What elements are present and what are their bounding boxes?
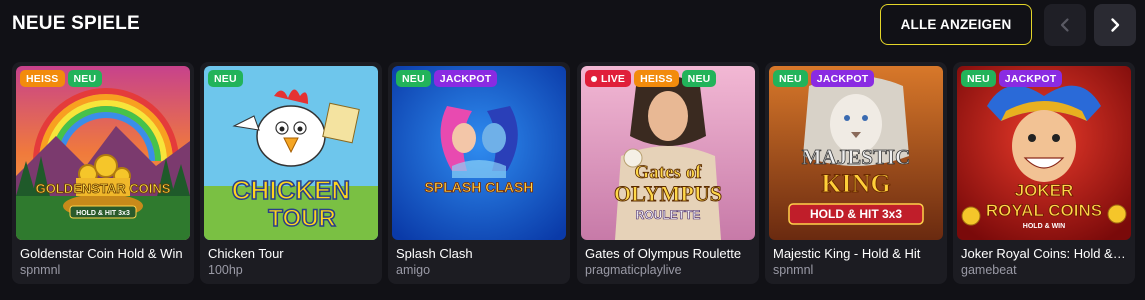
badge-row: NEU <box>208 70 243 87</box>
live-dot-icon <box>591 75 597 82</box>
badge-live-label: LIVE <box>601 72 626 85</box>
chevron-left-icon <box>1060 18 1069 32</box>
game-title[interactable]: Goldenstar Coin Hold & Win <box>20 246 186 261</box>
game-provider: spnmnl <box>20 263 61 277</box>
gates-of-olympus-artwork: Gates of OLYMPUS ROULETTE <box>581 66 755 240</box>
badge-jackpot: JACKPOT <box>998 70 1063 87</box>
carousel-next-button[interactable] <box>1094 4 1136 46</box>
carousel-prev-button[interactable] <box>1044 4 1086 46</box>
svg-text:ROULETTE: ROULETTE <box>636 208 701 222</box>
game-thumbnail[interactable]: CHICKEN TOUR <box>204 66 378 240</box>
section-header: NEUE SPIELE ALLE ANZEIGEN <box>0 0 1145 62</box>
svg-text:CHICKEN: CHICKEN <box>232 175 350 205</box>
game-provider: pragmaticplaylive <box>585 263 682 277</box>
joker-royal-coins-artwork: JOKER ROYAL COINS HOLD & WIN <box>957 66 1131 240</box>
badge-heiss: HEISS <box>20 70 65 87</box>
svg-text:GOLDENSTAR COINS: GOLDENSTAR COINS <box>36 181 171 196</box>
badge-heiss: HEISS <box>634 70 679 87</box>
game-title[interactable]: Gates of Olympus Roulette <box>585 246 751 261</box>
badge-jackpot: JACKPOT <box>810 70 875 87</box>
badge-jackpot: JACKPOT <box>433 70 498 87</box>
badge-row: LIVE HEISS NEU <box>585 70 717 87</box>
badge-row: NEU JACKPOT <box>396 70 498 87</box>
svg-text:Gates of: Gates of <box>634 162 702 183</box>
badge-neu: NEU <box>681 70 717 87</box>
game-provider: 100hp <box>208 263 243 277</box>
game-card-gates-of-olympus-roulette[interactable]: Gates of OLYMPUS ROULETTE LIVE HEISS NEU… <box>577 62 759 284</box>
game-title[interactable]: Majestic King - Hold & Hit <box>773 246 939 261</box>
section-title: NEUE SPIELE <box>12 13 140 34</box>
game-card-majestic-king[interactable]: MAJESTIC KING HOLD & HIT 3x3 NEU JACKPOT… <box>765 62 947 284</box>
svg-text:TOUR: TOUR <box>268 205 336 232</box>
badge-neu: NEU <box>396 70 431 87</box>
game-card-splash-clash[interactable]: SPLASH CLASH NEU JACKPOT Splash Clash am… <box>388 62 570 284</box>
badge-neu: NEU <box>961 70 996 87</box>
badge-neu: NEU <box>67 70 103 87</box>
game-title[interactable]: Joker Royal Coins: Hold & Win <box>961 246 1127 261</box>
svg-text:SPLASH CLASH: SPLASH CLASH <box>425 179 534 195</box>
majestic-king-artwork: MAJESTIC KING HOLD & HIT 3x3 <box>769 66 943 240</box>
game-thumbnail[interactable]: GOLDENSTAR COINS HOLD & HIT 3x3 <box>16 66 190 240</box>
splash-clash-artwork: SPLASH CLASH <box>392 66 566 240</box>
svg-text:KING: KING <box>821 169 890 198</box>
badge-row: NEU JACKPOT <box>961 70 1063 87</box>
game-card-joker-royal-coins[interactable]: JOKER ROYAL COINS HOLD & WIN NEU JACKPOT… <box>953 62 1135 284</box>
badge-row: HEISS NEU <box>20 70 103 87</box>
game-title[interactable]: Splash Clash <box>396 246 562 261</box>
goldenstar-artwork: GOLDENSTAR COINS HOLD & HIT 3x3 <box>16 66 190 240</box>
game-thumbnail[interactable]: SPLASH CLASH <box>392 66 566 240</box>
badge-neu: NEU <box>208 70 243 87</box>
games-carousel: GOLDENSTAR COINS HOLD & HIT 3x3 HEISS NE… <box>12 62 1145 286</box>
badge-neu: NEU <box>773 70 808 87</box>
svg-text:ROYAL COINS: ROYAL COINS <box>986 201 1102 220</box>
game-thumbnail[interactable]: JOKER ROYAL COINS HOLD & WIN <box>957 66 1131 240</box>
game-provider: spnmnl <box>773 263 814 277</box>
game-thumbnail[interactable]: Gates of OLYMPUS ROULETTE <box>581 66 755 240</box>
svg-text:HOLD & HIT 3x3: HOLD & HIT 3x3 <box>810 207 902 221</box>
badge-live: LIVE <box>585 70 632 87</box>
game-thumbnail[interactable]: MAJESTIC KING HOLD & HIT 3x3 <box>769 66 943 240</box>
chevron-right-icon <box>1111 18 1120 32</box>
show-all-button[interactable]: ALLE ANZEIGEN <box>880 4 1032 45</box>
svg-text:MAJESTIC: MAJESTIC <box>802 145 911 169</box>
svg-text:OLYMPUS: OLYMPUS <box>614 181 722 206</box>
game-card-goldenstar[interactable]: GOLDENSTAR COINS HOLD & HIT 3x3 HEISS NE… <box>12 62 194 284</box>
svg-text:HOLD & HIT 3x3: HOLD & HIT 3x3 <box>76 210 130 217</box>
svg-text:HOLD & WIN: HOLD & WIN <box>1023 223 1065 230</box>
game-provider: amigo <box>396 263 431 277</box>
svg-text:JOKER: JOKER <box>1015 181 1074 200</box>
badge-row: NEU JACKPOT <box>773 70 875 87</box>
game-card-chicken-tour[interactable]: CHICKEN TOUR NEU Chicken Tour 100hp <box>200 62 382 284</box>
game-provider: gamebeat <box>961 263 1017 277</box>
chicken-tour-artwork: CHICKEN TOUR <box>204 66 378 240</box>
game-title[interactable]: Chicken Tour <box>208 246 374 261</box>
